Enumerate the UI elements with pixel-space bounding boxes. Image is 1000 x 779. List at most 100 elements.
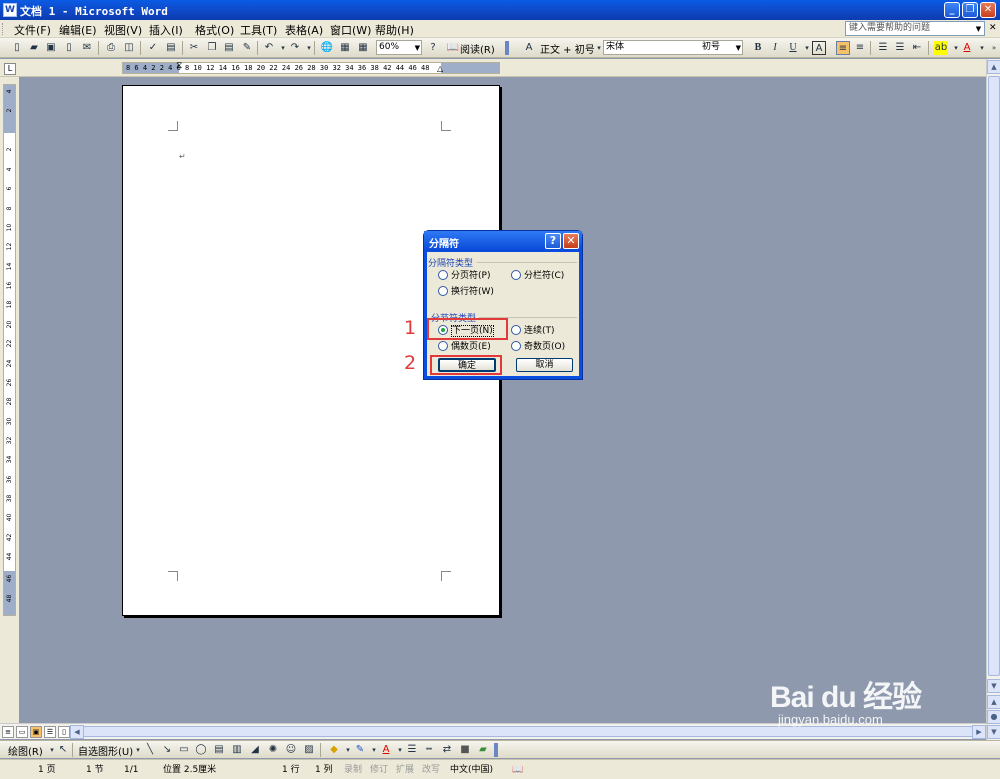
- select-objects-icon[interactable]: ↖: [56, 743, 70, 757]
- paragraph-mark[interactable]: ↵: [179, 152, 186, 161]
- underline-button[interactable]: U: [786, 41, 800, 55]
- shadow-icon[interactable]: ■: [458, 743, 472, 757]
- close-document-icon[interactable]: ✕: [989, 23, 997, 33]
- vertical-textbox-icon[interactable]: ▥: [230, 743, 244, 757]
- menu-format[interactable]: 格式(O): [195, 22, 234, 38]
- reading-view-icon[interactable]: ▯: [58, 726, 70, 738]
- line-color-icon[interactable]: ✎: [353, 743, 367, 757]
- menu-view[interactable]: 视图(V): [104, 22, 142, 38]
- radio-even-page[interactable]: 偶数页(E): [438, 341, 491, 353]
- normal-view-icon[interactable]: ≡: [2, 726, 14, 738]
- close-icon[interactable]: ✕: [563, 233, 579, 249]
- select-browse-object-button[interactable]: ●: [987, 710, 1000, 724]
- 3d-icon[interactable]: ▰: [476, 743, 490, 757]
- close-button[interactable]: ✕: [980, 2, 996, 18]
- open-folder-icon[interactable]: ▰: [27, 41, 41, 55]
- highlight-icon[interactable]: ab: [934, 41, 948, 55]
- tables-borders-icon[interactable]: ▦: [338, 41, 352, 55]
- redo-icon[interactable]: ↷: [288, 41, 302, 55]
- hscroll-thumb[interactable]: [83, 726, 973, 737]
- radio-circle[interactable]: [511, 325, 521, 335]
- outline-view-icon[interactable]: ☰: [44, 726, 56, 738]
- clipart-icon[interactable]: ☺: [284, 743, 298, 757]
- wordart-icon[interactable]: ◢: [248, 743, 262, 757]
- radio-circle[interactable]: [438, 270, 448, 280]
- print-preview-icon[interactable]: ◫: [122, 41, 136, 55]
- decrease-indent-icon[interactable]: ⇤: [910, 41, 924, 55]
- size-select[interactable]: 初号 ▼: [700, 40, 743, 55]
- align-center-icon[interactable]: ≡: [853, 41, 867, 55]
- chevron-down-icon[interactable]: ▼: [974, 23, 983, 34]
- radio-column-break[interactable]: 分栏符(C): [511, 270, 564, 282]
- menu-file[interactable]: 文件(F): [14, 22, 51, 38]
- char-border-button[interactable]: A: [812, 41, 826, 55]
- picture-icon[interactable]: ▨: [302, 743, 316, 757]
- help-icon[interactable]: ?: [545, 233, 561, 249]
- radio-circle[interactable]: [438, 341, 448, 351]
- read-icon[interactable]: 📖: [446, 41, 460, 55]
- print-view-icon[interactable]: ▣: [30, 726, 42, 738]
- status-extend[interactable]: 扩展: [396, 763, 414, 777]
- radio-circle[interactable]: [438, 286, 448, 296]
- new-document-icon[interactable]: ▯: [10, 41, 24, 55]
- insert-table-icon[interactable]: ▦: [356, 41, 370, 55]
- menu-help[interactable]: 帮助(H): [375, 22, 414, 38]
- radio-page-break[interactable]: 分页符(P): [438, 270, 490, 282]
- research-icon[interactable]: ▤: [164, 41, 178, 55]
- vertical-scrollbar[interactable]: ▲ ▼ ▲ ● ▼: [986, 59, 1000, 742]
- autoshapes-button[interactable]: 自选图形(U): [78, 743, 133, 758]
- vscroll-thumb[interactable]: [988, 76, 1000, 676]
- help-icon[interactable]: ?: [426, 41, 440, 55]
- line-style-icon[interactable]: ☰: [405, 743, 419, 757]
- oval-tool-icon[interactable]: ◯: [194, 743, 208, 757]
- rectangle-tool-icon[interactable]: ▭: [177, 743, 191, 757]
- minimize-button[interactable]: _: [944, 2, 960, 18]
- indent-marker-icon[interactable]: ⧖: [176, 61, 182, 71]
- paste-icon[interactable]: ▤: [222, 41, 236, 55]
- menu-edit[interactable]: 编辑(E): [59, 22, 97, 38]
- menu-window[interactable]: 窗口(W): [330, 22, 371, 38]
- cut-icon[interactable]: ✂: [187, 41, 201, 55]
- bullets-icon[interactable]: ☰: [893, 41, 907, 55]
- toolbar-options-icon[interactable]: »: [987, 41, 1000, 55]
- tab-selector[interactable]: L: [4, 63, 16, 75]
- status-overtype[interactable]: 改写: [422, 763, 440, 777]
- menu-tools[interactable]: 工具(T): [240, 22, 277, 38]
- undo-icon[interactable]: ↶: [262, 41, 276, 55]
- status-record[interactable]: 录制: [344, 763, 362, 777]
- arrow-style-icon[interactable]: ⇄: [440, 743, 454, 757]
- next-page-button[interactable]: ▼: [987, 725, 1000, 739]
- email-icon[interactable]: ✉: [80, 41, 94, 55]
- hyperlink-icon[interactable]: 🌐: [320, 41, 334, 55]
- previous-page-button[interactable]: ▲: [987, 695, 1000, 709]
- textbox-tool-icon[interactable]: ▤: [212, 743, 226, 757]
- diagram-icon[interactable]: ✺: [266, 743, 280, 757]
- word-app-icon[interactable]: W: [3, 3, 17, 17]
- italic-button[interactable]: I: [768, 41, 782, 55]
- radio-circle[interactable]: [511, 270, 521, 280]
- print-icon[interactable]: ⎙: [104, 41, 118, 55]
- align-left-icon[interactable]: ≡: [836, 41, 850, 55]
- read-button[interactable]: 阅读(R): [460, 41, 495, 56]
- font-color-button[interactable]: A: [960, 41, 974, 55]
- scroll-up-button[interactable]: ▲: [987, 60, 1000, 74]
- cancel-button[interactable]: 取消: [516, 358, 573, 372]
- menu-insert[interactable]: 插入(I): [149, 22, 183, 38]
- copy-icon[interactable]: ❐: [205, 41, 219, 55]
- scroll-left-button[interactable]: ◀: [70, 725, 84, 739]
- line-tool-icon[interactable]: ╲: [143, 743, 157, 757]
- vertical-ruler[interactable]: 4 2 2 4 6 8 10 12 14 16 18 20 22 24 26 2…: [3, 84, 16, 616]
- bold-button[interactable]: B: [751, 41, 765, 55]
- web-view-icon[interactable]: ▭: [16, 726, 28, 738]
- styles-formatting-icon[interactable]: A: [522, 41, 536, 55]
- arrow-tool-icon[interactable]: ↘: [160, 743, 174, 757]
- help-search-input[interactable]: 键入需要帮助的问题 ▼: [845, 21, 985, 36]
- status-track[interactable]: 修订: [370, 763, 388, 777]
- radio-circle[interactable]: [511, 341, 521, 351]
- zoom-select[interactable]: 60% ▼: [376, 40, 422, 55]
- spelling-status-icon[interactable]: 📖: [512, 763, 523, 777]
- radio-odd-page[interactable]: 奇数页(O): [511, 341, 565, 353]
- right-indent-marker-icon[interactable]: △: [437, 64, 443, 73]
- numbering-icon[interactable]: ☰: [876, 41, 890, 55]
- save-icon[interactable]: ▣: [44, 41, 58, 55]
